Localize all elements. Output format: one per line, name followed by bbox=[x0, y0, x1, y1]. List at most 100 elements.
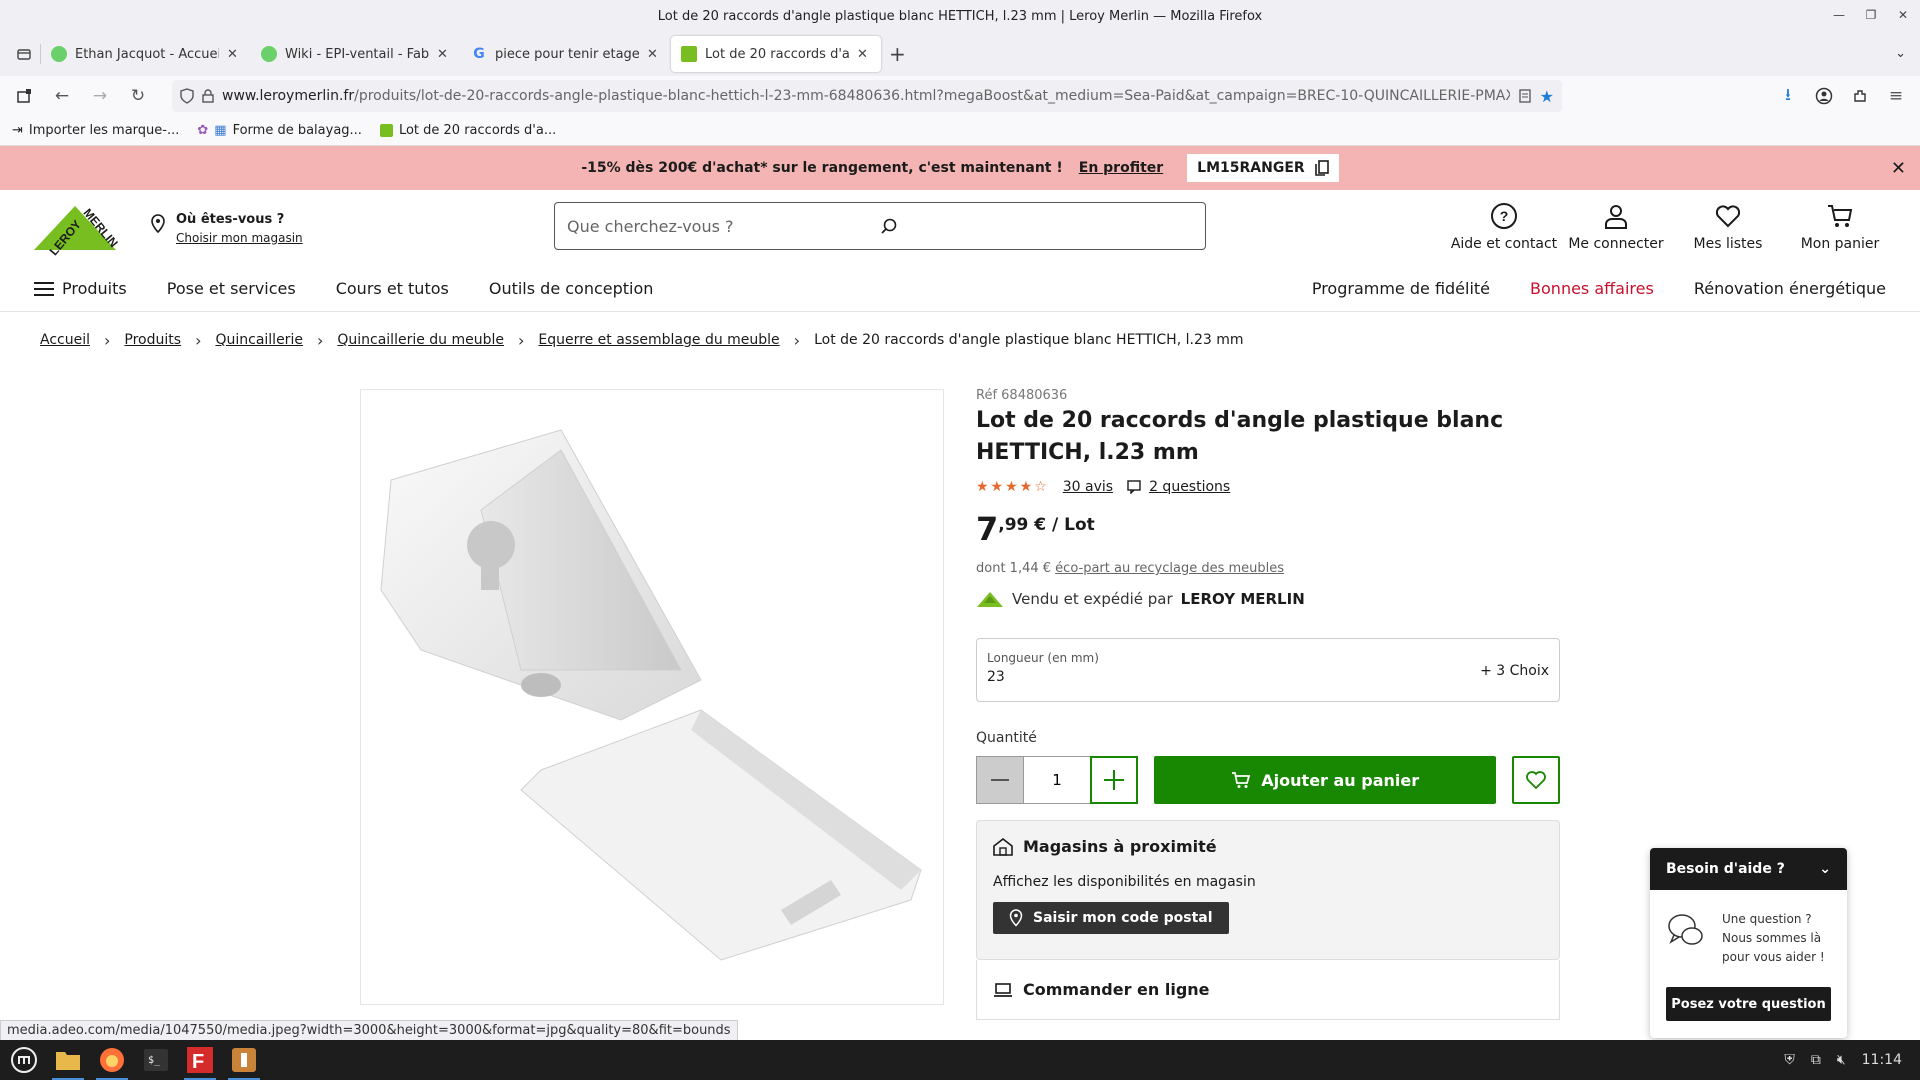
navigation-bar: ← → ↻ www.leroymerlin.fr/produits/lot-de… bbox=[0, 76, 1920, 116]
lock-icon[interactable] bbox=[202, 89, 214, 103]
nav-outils-conception[interactable]: Outils de conception bbox=[489, 279, 654, 298]
breadcrumb: Accueil › Produits › Quincaillerie › Quinca… bbox=[0, 312, 1920, 368]
menu-hamburger-icon[interactable]: ≡ bbox=[1880, 80, 1912, 112]
terminal-icon[interactable]: $_ bbox=[136, 1040, 176, 1080]
eco-part-link[interactable]: éco-part au recyclage des meubles bbox=[1055, 561, 1284, 576]
taskbar: $_ F ⛨ ⧉ 🔇︎ 11:14 bbox=[0, 1040, 1920, 1080]
restore-icon[interactable]: ❐ bbox=[1864, 8, 1878, 22]
nav-fidelite[interactable]: Programme de fidélité bbox=[1312, 279, 1490, 298]
add-to-cart-button[interactable]: Ajouter au panier bbox=[1154, 756, 1497, 804]
shield-tray-icon[interactable]: ⛨ bbox=[1784, 1052, 1795, 1068]
bookmark-star-icon[interactable]: ★ bbox=[1540, 87, 1554, 106]
minimize-icon[interactable]: — bbox=[1832, 8, 1846, 22]
stores-title: Magasins à proximité bbox=[1023, 837, 1217, 856]
cart-button[interactable]: Mon panier bbox=[1784, 202, 1896, 252]
nav-renovation[interactable]: Rénovation énergétique bbox=[1694, 279, 1886, 298]
store-question: Où êtes-vous ? bbox=[176, 211, 285, 227]
breadcrumb-equerre[interactable]: Equerre et assemblage du meuble bbox=[538, 332, 779, 348]
close-icon[interactable]: ✕ bbox=[1891, 158, 1906, 179]
bookmark-raccords[interactable]: Lot de 20 raccords d'a... bbox=[379, 123, 556, 138]
search-icon[interactable] bbox=[880, 217, 1193, 235]
bookmark-import[interactable]: ⇥ Importer les marque-... bbox=[12, 123, 179, 138]
login-button[interactable]: Me connecter bbox=[1560, 202, 1672, 252]
url-text[interactable]: www.leroymerlin.fr/produits/lot-de-20-ra… bbox=[222, 88, 1510, 104]
reviews-link[interactable]: 30 avis bbox=[1063, 479, 1113, 495]
location-pin-icon bbox=[51, 46, 67, 62]
start-menu-icon[interactable] bbox=[4, 1040, 44, 1080]
tab-overview-icon[interactable] bbox=[8, 38, 40, 70]
help-contact-button[interactable]: ? Aide et contact bbox=[1448, 202, 1560, 252]
length-more-choices[interactable]: + 3 Choix bbox=[1480, 663, 1549, 679]
back-arrow-icon[interactable]: ← bbox=[46, 80, 78, 112]
tab-bar: Ethan Jacquot - Accueil - Fab ✕ Wiki - E… bbox=[0, 32, 1920, 76]
search-input[interactable]: Que cherchez-vous ? bbox=[554, 202, 1206, 250]
breadcrumb-accueil[interactable]: Accueil bbox=[40, 332, 90, 348]
store-selector[interactable]: Où êtes-vous ? Choisir mon magasin bbox=[150, 212, 303, 245]
leroymerlin-logo[interactable]: LEROY MERLIN bbox=[30, 198, 120, 258]
product-image[interactable] bbox=[360, 389, 944, 1005]
close-window-icon[interactable]: ✕ bbox=[1896, 8, 1910, 22]
firefox-icon[interactable] bbox=[92, 1040, 132, 1080]
reload-icon[interactable]: ↻ bbox=[122, 80, 154, 112]
decrease-quantity-button[interactable] bbox=[976, 756, 1024, 804]
bookmark-balayage[interactable]: ✿ ▦ Forme de balayag... bbox=[197, 123, 362, 138]
close-tab-icon[interactable]: ✕ bbox=[227, 47, 241, 62]
volume-muted-icon[interactable]: 🔇︎ bbox=[1837, 1052, 1846, 1068]
account-icon[interactable] bbox=[1808, 80, 1840, 112]
tab-google[interactable]: G piece pour tenir etagere - Re ✕ bbox=[461, 36, 671, 72]
breadcrumb-quincaillerie-meuble[interactable]: Quincaillerie du meuble bbox=[337, 332, 504, 348]
close-tab-icon[interactable]: ✕ bbox=[437, 47, 451, 62]
eco-part: dont 1,44 € éco-part au recyclage des me… bbox=[976, 561, 1285, 576]
seller-info: Vendu et expédié par LEROY MERLIN bbox=[976, 590, 1560, 608]
search-placeholder: Que cherchez-vous ? bbox=[567, 216, 734, 236]
chevron-down-icon[interactable]: ⌄ bbox=[1895, 46, 1906, 61]
svg-text:F: F bbox=[192, 1051, 204, 1073]
firefox-view-icon[interactable] bbox=[8, 80, 40, 112]
reader-view-icon[interactable] bbox=[1518, 89, 1532, 103]
google-icon: G bbox=[473, 46, 485, 62]
ask-question-button[interactable]: Posez votre question bbox=[1666, 987, 1831, 1021]
nav-pose-services[interactable]: Pose et services bbox=[167, 279, 296, 298]
choose-store-link[interactable]: Choisir mon magasin bbox=[176, 231, 303, 245]
increase-quantity-button[interactable] bbox=[1090, 756, 1138, 804]
location-pin-icon bbox=[261, 46, 277, 62]
promo-link[interactable]: En profiter bbox=[1079, 160, 1163, 176]
breadcrumb-produits[interactable]: Produits bbox=[124, 332, 181, 348]
store-icon bbox=[993, 837, 1013, 856]
tab-wiki[interactable]: Wiki - EPI-ventail - Fablab Co ✕ bbox=[251, 36, 461, 72]
length-selector[interactable]: Longueur (en mm) 23 + 3 Choix bbox=[976, 638, 1560, 702]
copy-icon[interactable] bbox=[1314, 160, 1329, 176]
leroymerlin-favicon-icon bbox=[681, 46, 697, 62]
new-tab-icon[interactable]: + bbox=[889, 42, 917, 66]
help-header[interactable]: Besoin d'aide ? ⌄ bbox=[1650, 848, 1847, 890]
tab-ethan[interactable]: Ethan Jacquot - Accueil - Fab ✕ bbox=[41, 36, 251, 72]
bookmarks-bar: ⇥ Importer les marque-... ✿ ▦ Forme de bala… bbox=[0, 116, 1920, 146]
url-bar[interactable]: www.leroymerlin.fr/produits/lot-de-20-ra… bbox=[172, 80, 1562, 112]
order-online-panel: Commander en ligne bbox=[976, 960, 1560, 1020]
nav-bonnes-affaires[interactable]: Bonnes affaires bbox=[1530, 279, 1654, 298]
quantity-label: Quantité bbox=[976, 730, 1037, 746]
questions-link[interactable]: 2 questions bbox=[1149, 479, 1230, 495]
lists-button[interactable]: Mes listes bbox=[1672, 202, 1784, 252]
downloads-icon[interactable]: ⭳ bbox=[1772, 80, 1804, 112]
app-icon[interactable] bbox=[224, 1040, 264, 1080]
files-icon[interactable] bbox=[48, 1040, 88, 1080]
postal-code-button[interactable]: Saisir mon code postal bbox=[993, 902, 1229, 934]
freecad-icon[interactable]: F bbox=[180, 1040, 220, 1080]
tab-leroymerlin[interactable]: Lot de 20 raccords d'angle p ✕ bbox=[671, 36, 881, 72]
breadcrumb-quincaillerie[interactable]: Quincaillerie bbox=[215, 332, 302, 348]
clock[interactable]: 11:14 bbox=[1862, 1052, 1902, 1068]
quantity-input[interactable] bbox=[1024, 756, 1090, 804]
nav-cours-tutos[interactable]: Cours et tutos bbox=[336, 279, 449, 298]
chevron-down-icon[interactable]: ⌄ bbox=[1819, 861, 1831, 877]
extensions-icon[interactable] bbox=[1844, 80, 1876, 112]
network-icon[interactable]: ⧉ bbox=[1811, 1052, 1821, 1068]
forward-arrow-icon[interactable]: → bbox=[84, 80, 116, 112]
close-tab-icon[interactable]: ✕ bbox=[647, 47, 661, 62]
window-titlebar: Lot de 20 raccords d'angle plastique bla… bbox=[0, 0, 1920, 32]
shield-icon[interactable] bbox=[180, 88, 194, 104]
promo-code-box[interactable]: LM15RANGER bbox=[1187, 154, 1339, 182]
add-to-list-button[interactable] bbox=[1512, 756, 1560, 804]
products-menu-button[interactable]: Produits bbox=[34, 279, 127, 298]
close-tab-icon[interactable]: ✕ bbox=[857, 47, 871, 62]
